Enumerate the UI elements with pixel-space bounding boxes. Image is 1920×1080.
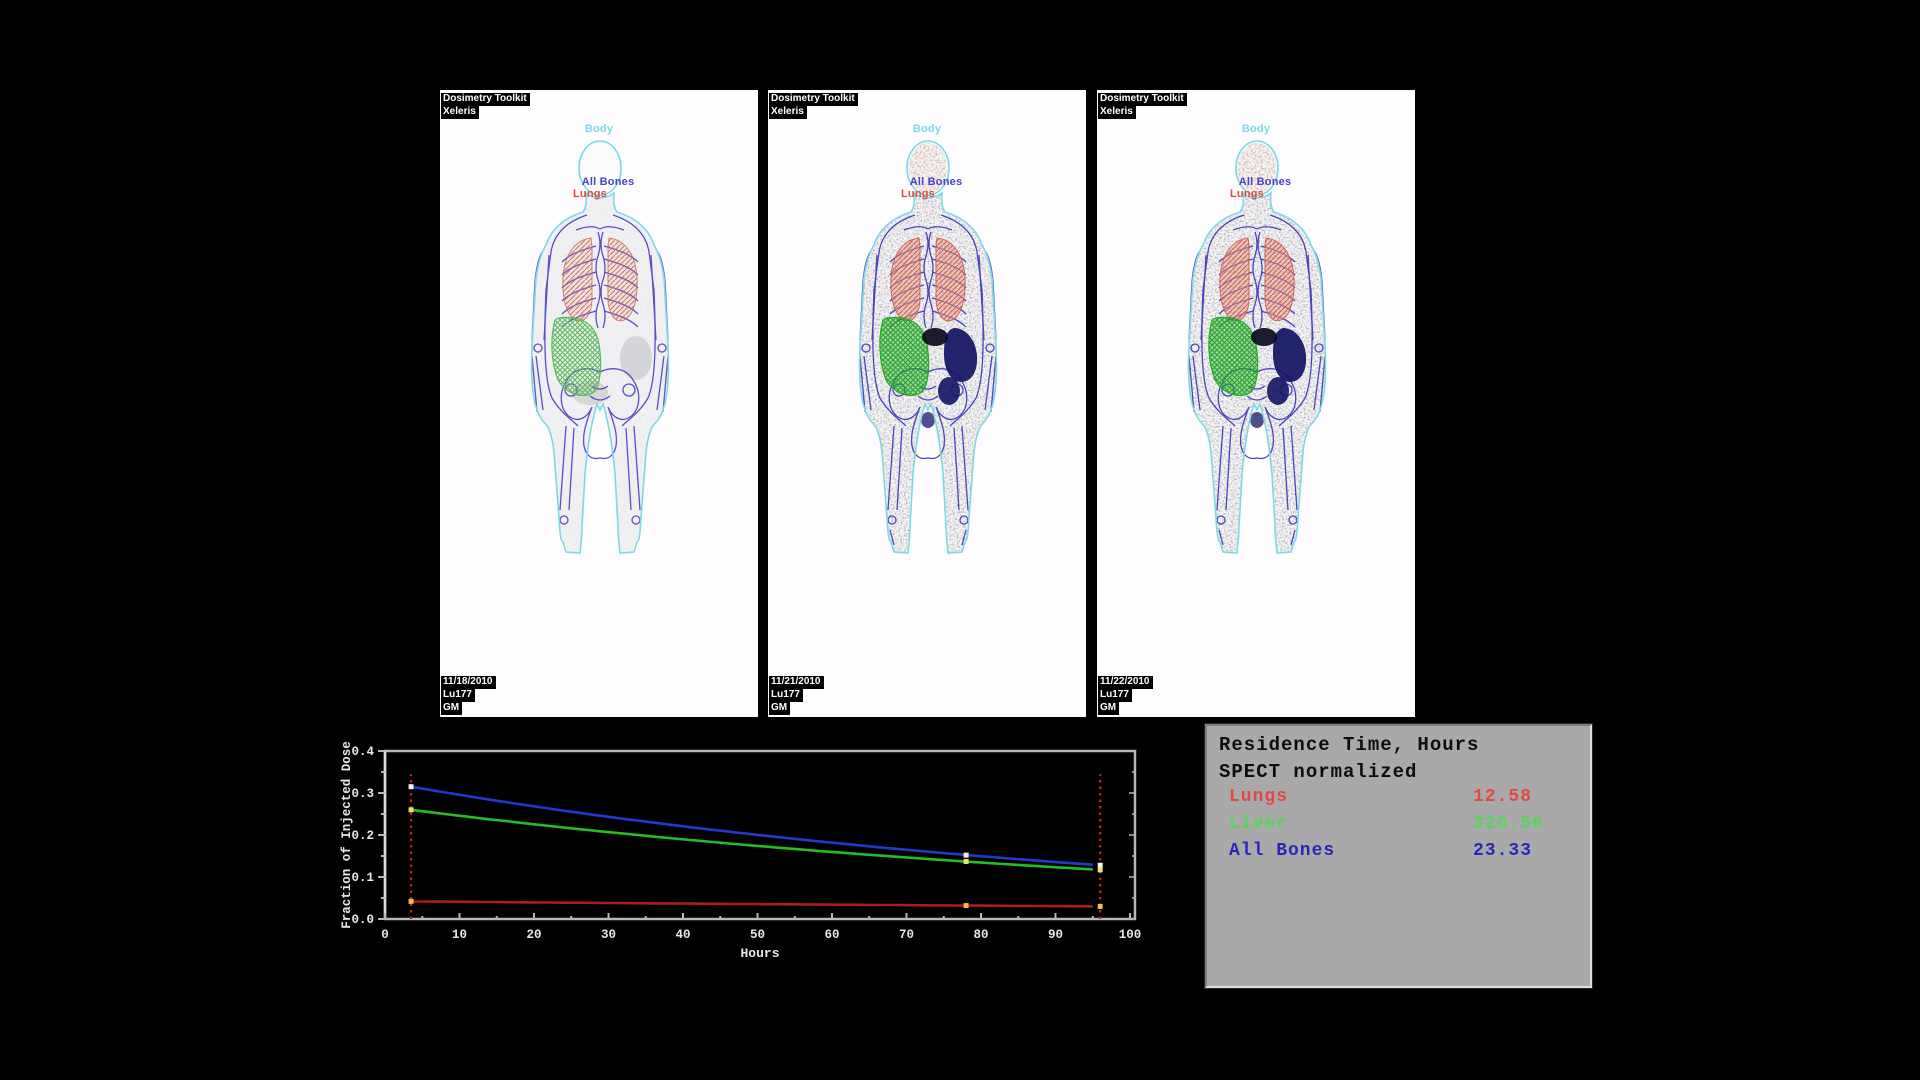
panel-footer-tags: 11/21/2010 Lu177 GM xyxy=(769,676,824,715)
svg-text:Fraction of Injected Dose: Fraction of Injected Dose xyxy=(340,741,354,929)
isotope-label: Lu177 xyxy=(769,689,803,702)
organ-label: All Bones xyxy=(1229,841,1335,861)
scan-date-label: 11/18/2010 xyxy=(441,676,496,689)
svg-text:0: 0 xyxy=(381,928,389,942)
lungs-roi-label: Lungs xyxy=(759,188,1077,200)
lungs-roi-label: Lungs xyxy=(1088,188,1406,200)
body-roi-label: Body xyxy=(768,123,1086,135)
organ-value: 23.33 xyxy=(1473,841,1532,861)
scan-date-label: 11/22/2010 xyxy=(1098,676,1153,689)
svg-text:30: 30 xyxy=(601,928,616,942)
svg-text:10: 10 xyxy=(452,928,467,942)
system-label: Xeleris xyxy=(441,106,479,119)
svg-text:Hours: Hours xyxy=(740,946,779,961)
bones-roi-label: All Bones xyxy=(777,176,1095,188)
residence-row-lungs: Lungs 12.58 xyxy=(1207,784,1590,810)
lungs-roi-label: Lungs xyxy=(431,188,749,200)
isotope-label: Lu177 xyxy=(441,689,475,702)
organ-value: 12.58 xyxy=(1473,787,1532,807)
svg-text:100: 100 xyxy=(1119,928,1142,942)
scan-panel-2[interactable]: Dosimetry Toolkit Xeleris xyxy=(768,90,1086,717)
detector-label: GM xyxy=(769,702,790,715)
residence-row-liver: Liver 320.56 xyxy=(1207,811,1590,837)
svg-text:80: 80 xyxy=(973,928,988,942)
body-roi-label: Body xyxy=(1097,123,1415,135)
panel-footer-tags: 11/18/2010 Lu177 GM xyxy=(441,676,496,715)
isotope-label: Lu177 xyxy=(1098,689,1132,702)
detector-label: GM xyxy=(441,702,462,715)
body-roi-label: Body xyxy=(440,123,758,135)
svg-text:0.3: 0.3 xyxy=(351,787,374,801)
scan-panel-3[interactable]: Dosimetry Toolkit Xeleris xyxy=(1097,90,1415,717)
panel-footer-tags: 11/22/2010 Lu177 GM xyxy=(1098,676,1153,715)
toolkit-label: Dosimetry Toolkit xyxy=(769,93,858,106)
panel-header-tags: Dosimetry Toolkit Xeleris xyxy=(1098,93,1187,119)
detector-label: GM xyxy=(1098,702,1119,715)
scan-date-label: 11/21/2010 xyxy=(769,676,824,689)
system-label: Xeleris xyxy=(769,106,807,119)
residence-row-allbones: All Bones 23.33 xyxy=(1207,838,1590,864)
dosimetry-workspace: Dosimetry Toolkit Xeleris xyxy=(0,0,1920,1080)
toolkit-label: Dosimetry Toolkit xyxy=(1098,93,1187,106)
residence-subtitle: SPECT normalized xyxy=(1219,761,1590,783)
svg-text:0.1: 0.1 xyxy=(351,871,374,885)
svg-text:60: 60 xyxy=(824,928,839,942)
svg-text:20: 20 xyxy=(526,928,541,942)
organ-value: 320.56 xyxy=(1473,814,1544,834)
svg-text:40: 40 xyxy=(675,928,690,942)
svg-text:0.4: 0.4 xyxy=(351,745,374,759)
scan-panel-1[interactable]: Dosimetry Toolkit Xeleris xyxy=(440,90,758,717)
residence-title: Residence Time, Hours xyxy=(1219,734,1590,756)
svg-text:50: 50 xyxy=(750,928,765,942)
system-label: Xeleris xyxy=(1098,106,1136,119)
time-activity-chart[interactable]: 0 10 20 30 40 50 60 70 80 90 100 0.0 0.1 0.2 0.3 0.4 Hou… xyxy=(338,733,1153,981)
svg-text:0.2: 0.2 xyxy=(351,829,374,843)
svg-text:90: 90 xyxy=(1048,928,1063,942)
panel-header-tags: Dosimetry Toolkit Xeleris xyxy=(441,93,530,119)
svg-text:0.0: 0.0 xyxy=(351,913,374,927)
toolkit-label: Dosimetry Toolkit xyxy=(441,93,530,106)
panel-header-tags: Dosimetry Toolkit Xeleris xyxy=(769,93,858,119)
bones-roi-label: All Bones xyxy=(1106,176,1424,188)
svg-text:70: 70 xyxy=(899,928,914,942)
organ-label: Lungs xyxy=(1229,787,1288,807)
bones-roi-label: All Bones xyxy=(449,176,767,188)
organ-label: Liver xyxy=(1229,814,1288,834)
residence-time-panel: Residence Time, Hours SPECT normalized L… xyxy=(1205,724,1592,988)
